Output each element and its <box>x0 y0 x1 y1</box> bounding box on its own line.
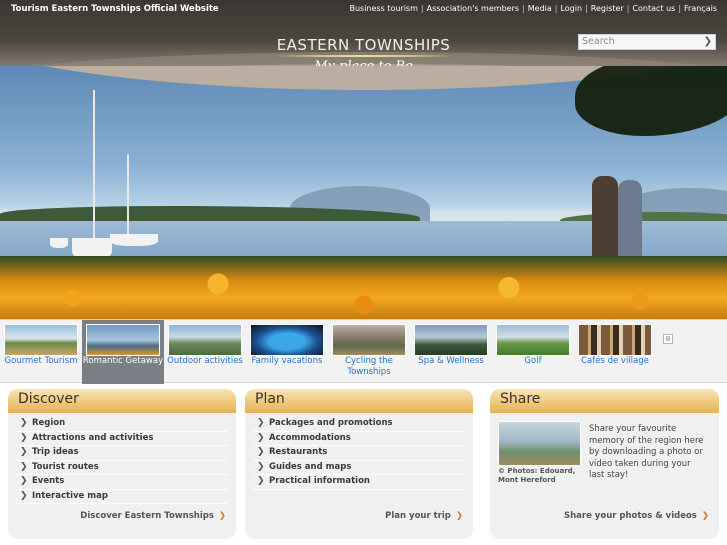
thumb-golf[interactable]: Golf <box>492 320 574 384</box>
plan-item-guides-maps[interactable]: ❯ Guides and maps <box>253 461 465 475</box>
sailboat <box>110 234 158 246</box>
thumb-label: Family vacations <box>251 356 323 366</box>
plan-item-practical-info[interactable]: ❯ Practical information <box>253 475 465 490</box>
thumbnail-image <box>496 324 570 356</box>
thumb-label: Romantic Getaway <box>82 356 164 366</box>
chevron-right-icon: ❯ <box>257 461 265 472</box>
thumb-cycling-townships[interactable]: Cycling the Townships <box>328 320 410 384</box>
search-placeholder: Search <box>582 36 615 47</box>
chevron-right-icon: ❯ <box>257 447 265 457</box>
share-photo-image[interactable] <box>498 421 581 466</box>
share-photos-link[interactable]: Share your photos & videos ❯ <box>564 511 709 521</box>
thumb-cafes-de-village[interactable]: Cafés de village <box>574 320 656 384</box>
nav-business-tourism[interactable]: Business tourism <box>349 4 417 13</box>
thumb-outdoor-activities[interactable]: Outdoor activities <box>164 320 246 384</box>
thumbnail-image <box>578 324 652 356</box>
chevron-right-icon: ❯ <box>20 418 28 428</box>
hero-image <box>0 66 727 319</box>
plan-item-packages[interactable]: ❯ Packages and promotions <box>253 417 465 432</box>
nav-login[interactable]: Login <box>560 4 582 13</box>
thumb-label: Gourmet Tourism <box>4 356 78 366</box>
discover-list: ❯ Region ❯ Attractions and activities ❯ Tri… <box>16 417 228 504</box>
panel-header: Discover <box>8 389 236 413</box>
photo-credit: © Photos: Edouard, Mont Hereford <box>498 467 576 484</box>
carousel-pause-button[interactable]: II <box>663 334 673 344</box>
nav-contact-us[interactable]: Contact us <box>632 4 675 13</box>
top-nav: Business tourism | Association's members |… <box>349 4 717 13</box>
discover-item-region[interactable]: ❯ Region <box>16 417 228 432</box>
nav-francais[interactable]: Français <box>684 4 717 13</box>
thumb-spa-wellness[interactable]: Spa & Wellness <box>410 320 492 384</box>
thumb-family-vacations[interactable]: Family vacations <box>246 320 328 384</box>
discover-item-events[interactable]: ❯ Events <box>16 475 228 490</box>
nav-media[interactable]: Media <box>528 4 552 13</box>
thumb-label: Spa & Wellness <box>418 356 484 366</box>
thumb-label: Cycling the Townships <box>345 356 393 377</box>
chevron-right-icon: ❯ <box>20 432 28 443</box>
thumbnail-image <box>4 324 78 356</box>
discover-item-attractions[interactable]: ❯ Attractions and activities <box>16 432 228 446</box>
logo-divider <box>274 55 453 57</box>
sailboat-mast <box>93 90 95 240</box>
panel-title: Discover <box>18 391 79 407</box>
nav-register[interactable]: Register <box>591 4 624 13</box>
chevron-right-icon: ❯ <box>257 476 265 486</box>
arrow-right-icon: ❯ <box>455 511 463 521</box>
thumbnail-image <box>168 324 242 356</box>
share-panel: Share © Photos: Edouard, Mont Hereford S… <box>490 389 719 539</box>
thumb-gourmet-tourism[interactable]: Gourmet Tourism <box>0 320 82 384</box>
chevron-right-icon: ❯ <box>20 461 28 472</box>
chevron-right-icon: ❯ <box>20 490 28 501</box>
search-submit-icon[interactable]: ❯ <box>704 36 712 47</box>
plan-panel: Plan ❯ Packages and promotions ❯ Accommoda… <box>245 389 473 539</box>
nav-association-members[interactable]: Association's members <box>427 4 519 13</box>
discover-item-trip-ideas[interactable]: ❯ Trip ideas <box>16 446 228 461</box>
panel-title: Plan <box>255 391 285 407</box>
arrow-right-icon: ❯ <box>218 511 226 521</box>
discover-panel: Discover ❯ Region ❯ Attractions and activi… <box>8 389 236 539</box>
chevron-right-icon: ❯ <box>20 476 28 486</box>
chevron-right-icon: ❯ <box>257 432 265 443</box>
site-name: Tourism Eastern Townships Official Websi… <box>11 4 219 14</box>
thumb-label: Outdoor activities <box>167 356 243 366</box>
small-boat <box>50 238 68 248</box>
plan-list: ❯ Packages and promotions ❯ Accommodations… <box>253 417 465 490</box>
flower-field <box>0 256 727 319</box>
plan-trip-link[interactable]: Plan your trip ❯ <box>385 511 463 521</box>
panel-header: Plan <box>245 389 473 413</box>
plan-item-restaurants[interactable]: ❯ Restaurants <box>253 446 465 461</box>
thumbnail-image <box>332 324 406 356</box>
arrow-right-icon: ❯ <box>701 511 709 521</box>
thumbnail-image <box>414 324 488 356</box>
panel-title: Share <box>500 391 541 407</box>
thumb-label: Golf <box>524 356 542 366</box>
thumb-romantic-getaway[interactable]: Romantic Getaway <box>82 320 164 384</box>
tree-foliage <box>575 66 727 136</box>
discover-more-link[interactable]: Discover Eastern Townships ❯ <box>80 511 226 521</box>
thumbnail-image <box>86 324 160 356</box>
thumbnail-image <box>250 324 324 356</box>
discover-item-interactive-map[interactable]: ❯ Interactive map <box>16 490 228 504</box>
thumb-label: Cafés de village <box>581 356 649 366</box>
theme-carousel: Gourmet Tourism Romantic Getaway Outdoor… <box>0 319 727 384</box>
search-input[interactable]: Search ❯ <box>578 34 716 50</box>
plan-item-accommodations[interactable]: ❯ Accommodations <box>253 432 465 446</box>
chevron-right-icon: ❯ <box>20 447 28 457</box>
panel-header: Share <box>490 389 719 413</box>
sailboat-mast <box>127 154 129 236</box>
discover-item-tourist-routes[interactable]: ❯ Tourist routes <box>16 461 228 475</box>
chevron-right-icon: ❯ <box>257 418 265 428</box>
share-description: Share your favourite memory of the regio… <box>589 424 704 480</box>
